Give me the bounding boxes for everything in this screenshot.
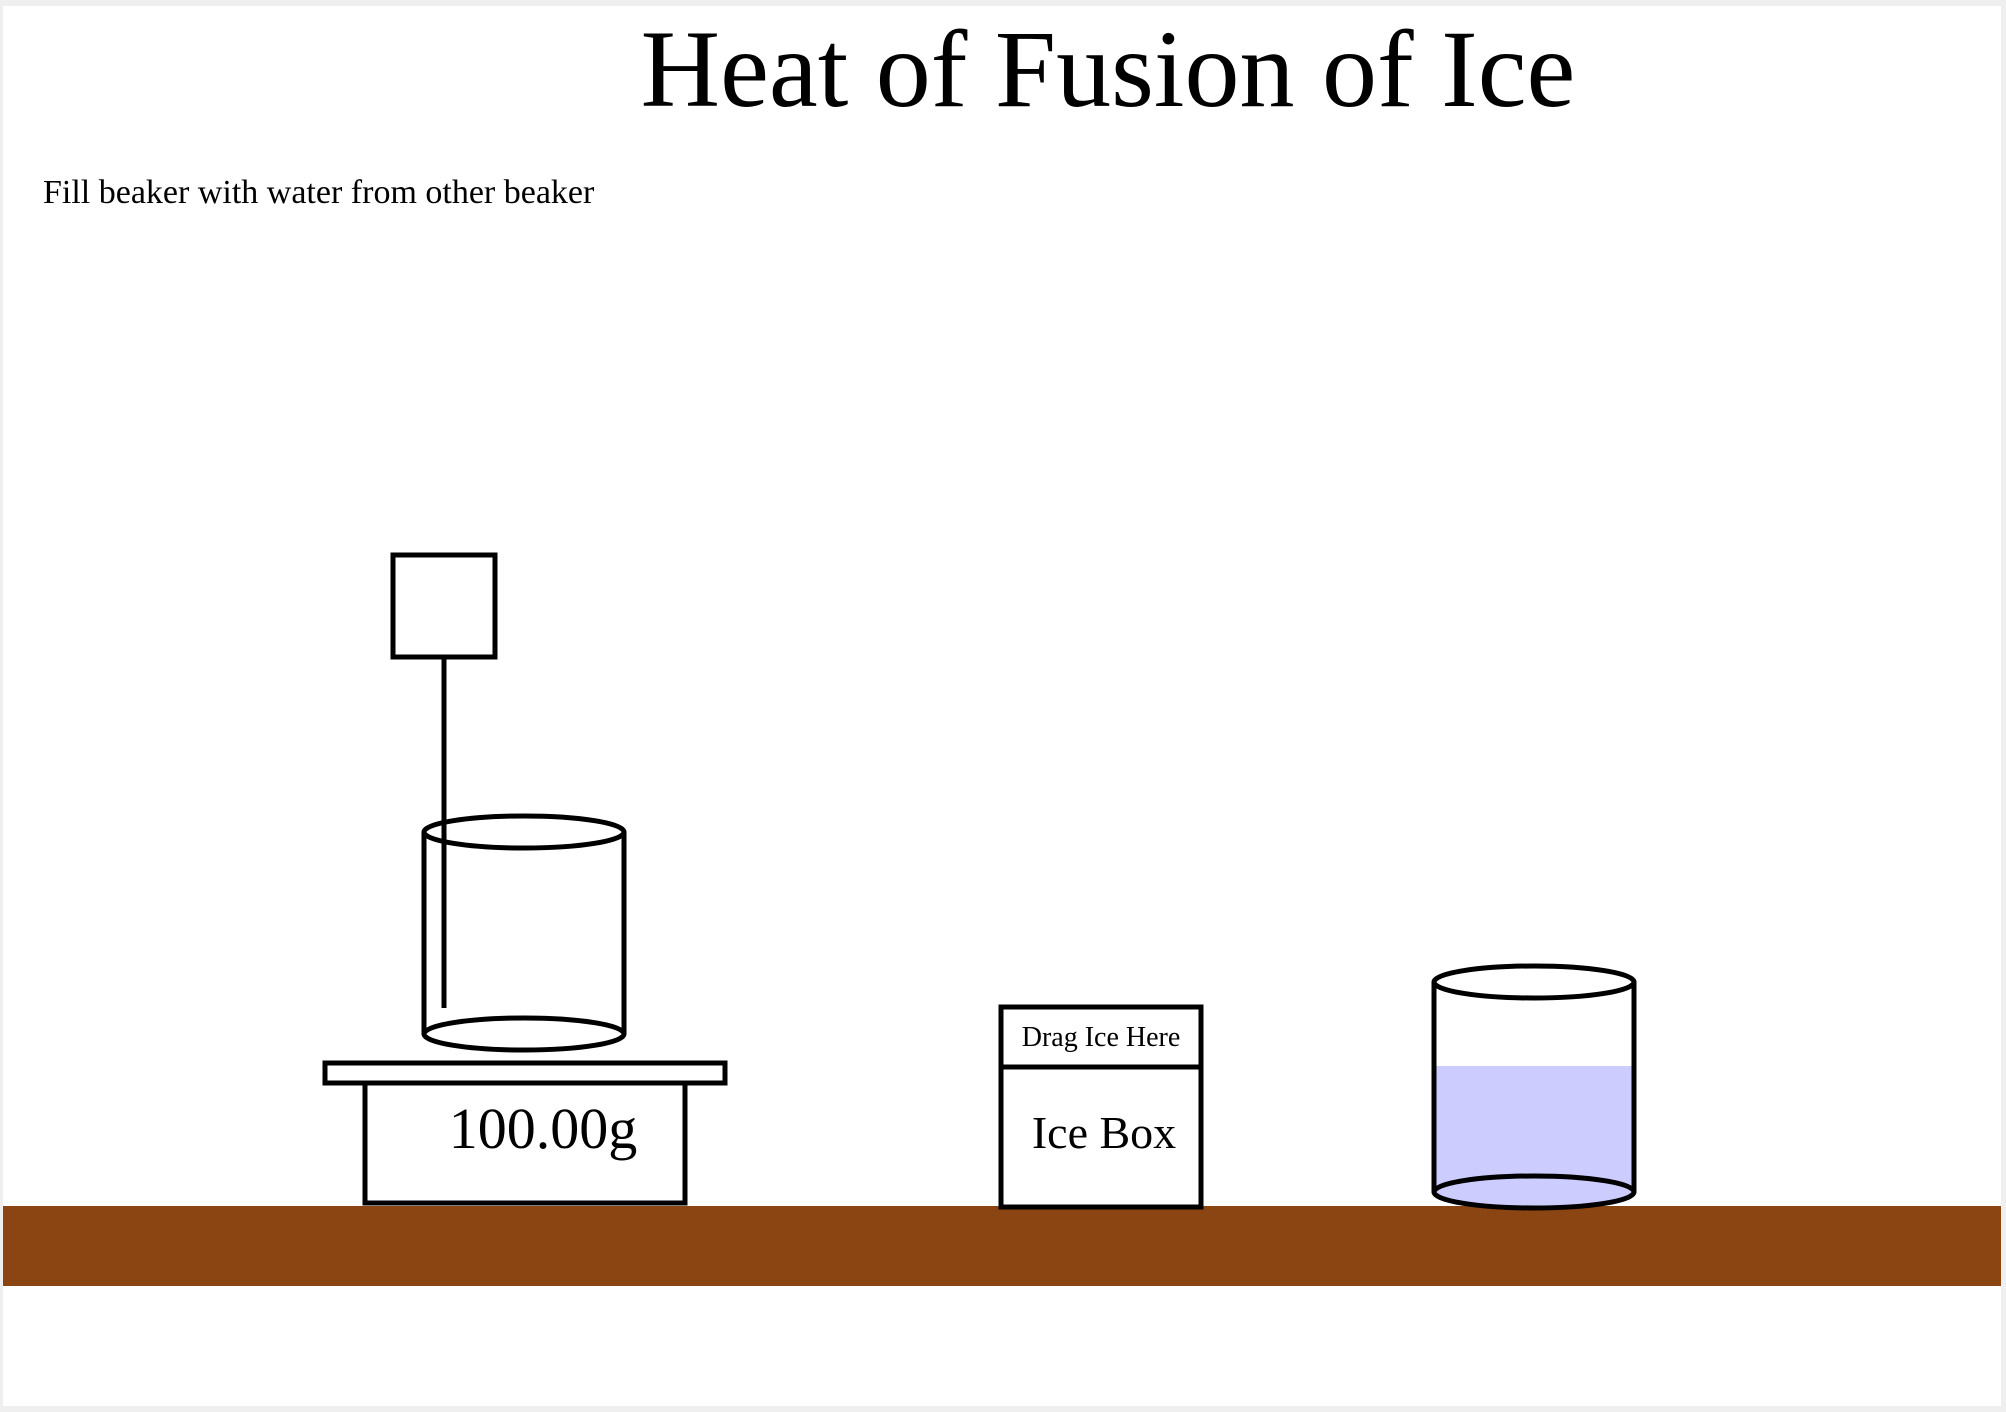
water-beaker-rim	[1431, 963, 1637, 1001]
empty-beaker-rim	[421, 813, 627, 851]
scale-platform	[322, 1060, 728, 1086]
water-beaker[interactable]	[1431, 963, 1637, 1211]
thermometer[interactable]	[390, 552, 498, 1008]
simulation-canvas: Heat of Fusion of Ice Fill beaker with w…	[3, 6, 2001, 1406]
scale: 100.00g	[322, 1060, 728, 1206]
page-title: Heat of Fusion of Ice	[641, 8, 1576, 130]
water-fill	[1434, 1066, 1634, 1192]
empty-beaker[interactable]	[421, 813, 627, 1053]
ice-box[interactable]: Drag Ice Here Ice Box	[998, 1004, 1204, 1210]
ice-drop-label: Drag Ice Here	[1022, 1022, 1181, 1053]
scale-readout: 100.00g	[449, 1096, 638, 1161]
thermometer-display	[390, 552, 498, 660]
water-beaker-bottom	[1431, 1173, 1637, 1211]
empty-beaker-walls	[421, 832, 627, 1034]
ice-box-label: Ice Box	[1032, 1107, 1176, 1158]
instruction-text: Fill beaker with water from other beaker	[43, 174, 595, 211]
empty-beaker-bottom	[421, 1015, 627, 1053]
lab-table	[3, 1206, 2001, 1286]
